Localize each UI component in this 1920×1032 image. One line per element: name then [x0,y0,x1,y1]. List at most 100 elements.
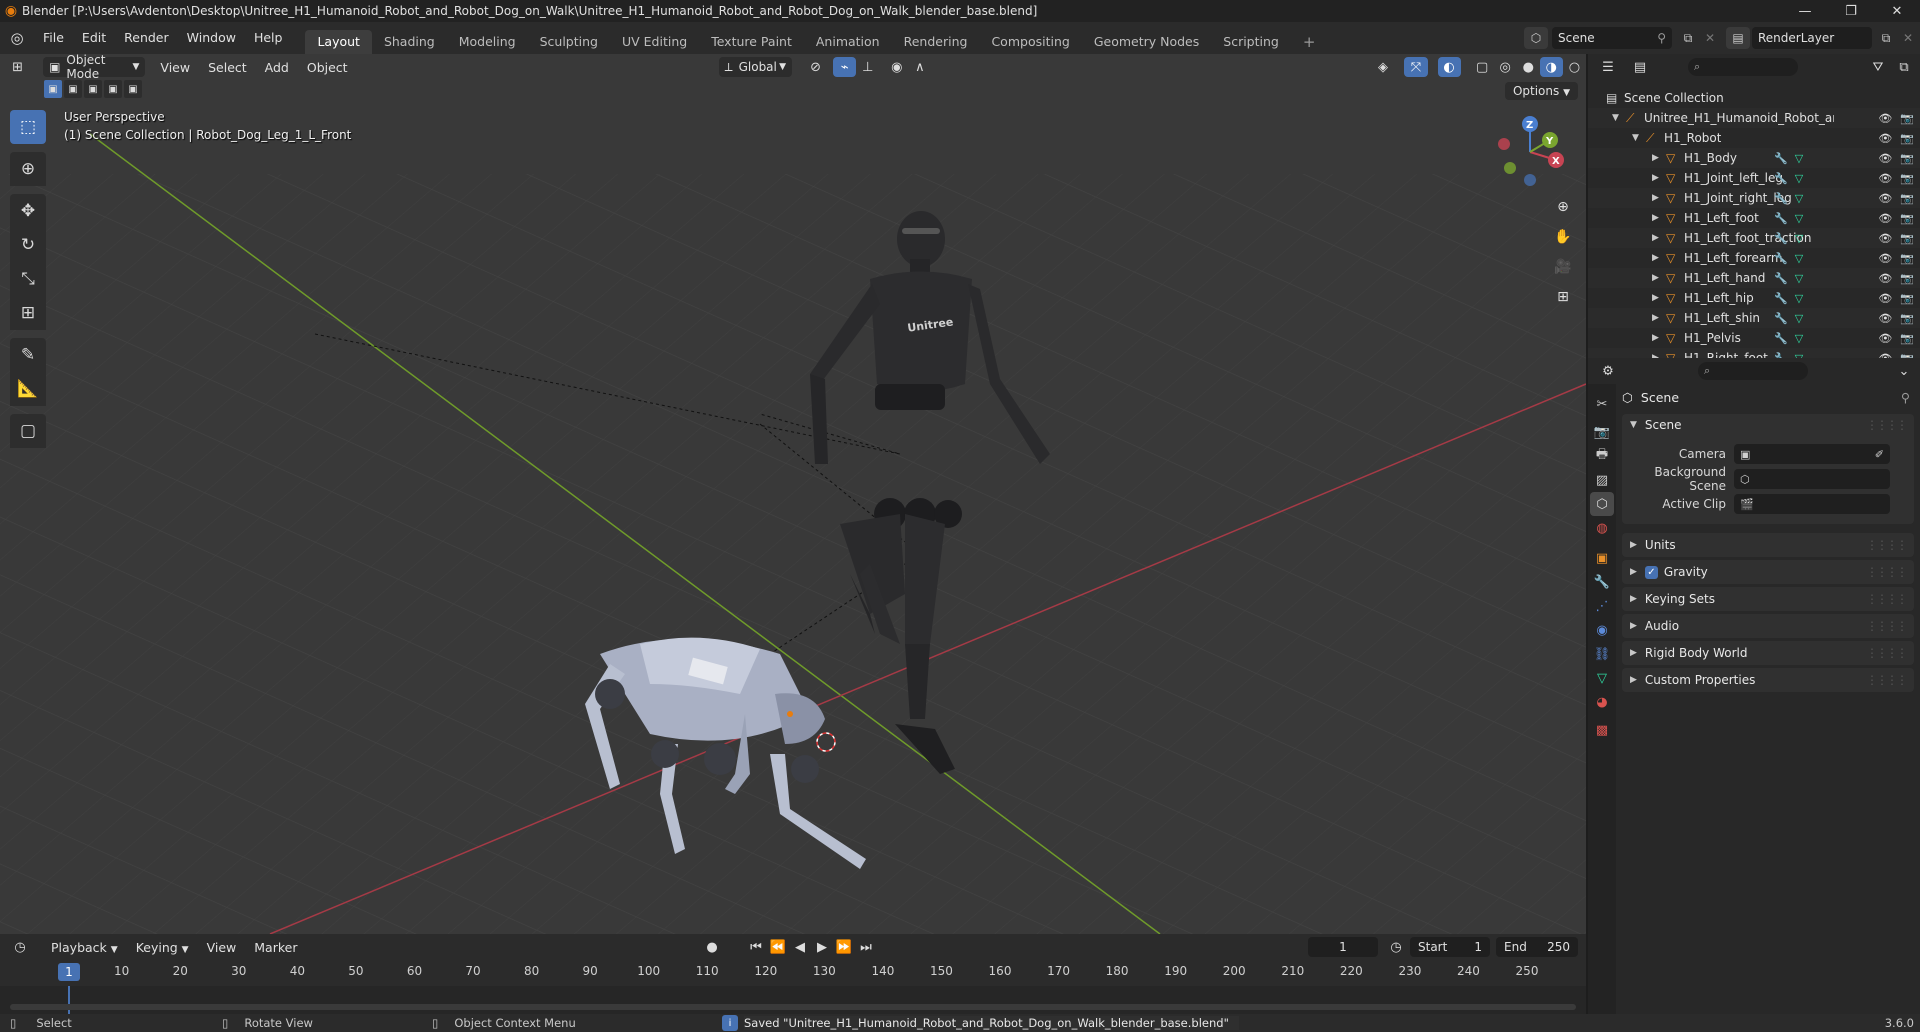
camera-view-icon[interactable]: 🎥 [1550,254,1576,280]
render-camera-icon[interactable]: 📷 [1900,212,1914,225]
chevron-down-icon[interactable]: ▼ [1632,133,1639,143]
render-camera-icon[interactable]: 📷 [1900,312,1914,325]
object-mode-dropdown[interactable]: ▣ Object Mode ▼ [43,54,146,81]
timeline-menu-marker[interactable]: Marker [245,940,306,955]
render-camera-icon[interactable]: 📷 [1900,172,1914,185]
select-subtract-icon[interactable]: ▣ [84,80,102,98]
timeline-scrollbar[interactable] [10,1004,1576,1010]
render-tab-icon[interactable]: 📷 [1590,420,1614,444]
add-workspace-button[interactable]: + [1291,30,1328,54]
navigation-gizmo[interactable]: Z X Y [1490,112,1570,192]
eye-icon[interactable]: 👁 [1878,272,1892,285]
chevron-right-icon[interactable]: ▶ [1652,153,1659,163]
drag-handle-icon[interactable]: ⋮⋮⋮⋮ [1866,565,1908,579]
eye-icon[interactable]: 👁 [1878,332,1892,345]
render-camera-icon[interactable]: 📷 [1900,132,1914,145]
tab-scripting[interactable]: Scripting [1211,30,1291,54]
output-tab-icon[interactable]: 🖶 [1590,444,1614,468]
timeline-editor-type-icon[interactable]: ◷ [8,937,32,957]
outliner-object-row[interactable]: ▶ ▽ H1_Left_foot_traction 🔧 ▽ 👁 📷 [1588,228,1920,248]
preview-range-icon[interactable]: ◷ [1384,937,1408,957]
prev-keyframe-icon[interactable]: ⏪ [766,937,790,957]
menu-file[interactable]: File [34,27,73,49]
display-mode-icon[interactable]: ▤ [1628,57,1652,77]
properties-options-icon[interactable]: ⌄ [1892,361,1916,381]
timeline-menu-playback[interactable]: Playback ▼ [42,940,127,955]
drag-handle-icon[interactable]: ⋮⋮⋮⋮ [1866,418,1908,432]
outliner-object-row[interactable]: ▶ ▽ H1_Left_shin 🔧 ▽ 👁 📷 [1588,308,1920,328]
drag-handle-icon[interactable]: ⋮⋮⋮⋮ [1866,592,1908,606]
add-cube-tool-icon[interactable]: ▢ [10,414,46,448]
eye-icon[interactable]: 👁 [1878,232,1892,245]
outliner-object-row[interactable]: ▶ ▽ H1_Left_forearm 🔧 ▽ 👁 📷 [1588,248,1920,268]
gravity-panel[interactable]: ▶ ✓ Gravity ⋮⋮⋮⋮ [1622,560,1914,584]
select-extend-icon[interactable]: ▣ [64,80,82,98]
tab-texture-paint[interactable]: Texture Paint [699,30,804,54]
transform-orientation-dropdown[interactable]: ⟂ Global ▼ [718,57,793,77]
render-camera-icon[interactable]: 📷 [1900,152,1914,165]
outliner-object-row[interactable]: ▶ ▽ H1_Left_hand 🔧 ▽ 👁 📷 [1588,268,1920,288]
physics-tab-icon[interactable]: ◉ [1590,618,1614,642]
menu-render[interactable]: Render [115,27,178,49]
chevron-right-icon[interactable]: ▶ [1652,313,1659,323]
eye-icon[interactable]: 👁 [1878,132,1892,145]
outliner-object-row[interactable]: ▶ ▽ H1_Left_foot 🔧 ▽ 👁 📷 [1588,208,1920,228]
tab-modeling[interactable]: Modeling [447,30,528,54]
new-scene-icon[interactable]: ⧉ [1676,27,1700,49]
drag-handle-icon[interactable]: ⋮⋮⋮⋮ [1866,538,1908,552]
solid-shading-icon[interactable]: ● [1517,57,1540,77]
render-camera-icon[interactable]: 📷 [1900,192,1914,205]
scene-panel-header[interactable]: ▼ Scene ⋮⋮⋮⋮ [1622,414,1914,436]
menu-edit[interactable]: Edit [73,27,115,49]
pan-view-icon[interactable]: ✋ [1550,224,1576,250]
eyedropper-icon[interactable]: ✐ [1875,448,1884,461]
end-frame-field[interactable]: End 250 [1496,937,1578,957]
tab-geometry-nodes[interactable]: Geometry Nodes [1082,30,1211,54]
render-camera-icon[interactable]: 📷 [1900,252,1914,265]
next-keyframe-icon[interactable]: ⏩ [832,937,856,957]
timeline-track[interactable] [0,986,1586,1014]
particles-tab-icon[interactable]: ⋰ [1590,594,1614,618]
viewport-menu-object[interactable]: Object [298,60,357,75]
render-camera-icon[interactable]: 📷 [1900,332,1914,345]
camera-field[interactable]: ▣ ✐ [1734,444,1890,464]
gravity-checkbox[interactable]: ✓ [1644,565,1658,579]
annotate-tool-icon[interactable]: ✎ [10,338,46,372]
snap-toggle-icon[interactable]: ⌁ [833,57,857,77]
chevron-right-icon[interactable]: ▶ [1652,273,1659,283]
chevron-right-icon[interactable]: ▶ [1652,293,1659,303]
3d-viewport[interactable]: Unitree ⊞ ▣ Object Mode ▼ View Select Ad… [0,54,1586,934]
chevron-right-icon[interactable]: ▶ [1652,333,1659,343]
chevron-down-icon[interactable]: ▼ [1612,113,1619,123]
outliner-object-row[interactable]: ▶ ▽ H1_Joint_left_leg 🔧 ▽ 👁 📷 [1588,168,1920,188]
timeline-ruler[interactable]: 1 10 20 30 40 50 60 70 80 90 100 110 120 130 140 150 16… [0,960,1586,986]
measure-tool-icon[interactable]: 📐 [10,372,46,406]
background-scene-field[interactable]: ⬡ [1734,469,1890,489]
delete-view-layer-icon[interactable]: ✕ [1896,27,1920,49]
cursor-tool-icon[interactable]: ⊕ [10,152,46,186]
pin-icon[interactable]: ⚲ [1901,390,1910,405]
audio-panel[interactable]: ▶ Audio ⋮⋮⋮⋮ [1622,614,1914,638]
rotate-tool-icon[interactable]: ↻ [10,228,46,262]
eye-icon[interactable]: 👁 [1878,252,1892,265]
object-tab-icon[interactable]: ▣ [1590,546,1614,570]
outliner-armature-row[interactable]: ▼ ⟋ H1_Robot 👁 📷 [1588,128,1920,148]
playhead-frame[interactable]: 1 [58,963,80,981]
filter-icon[interactable]: ⛛ [1866,57,1890,77]
wireframe-shading-icon[interactable]: ◎ [1494,57,1517,77]
tab-layout[interactable]: Layout [305,30,372,54]
tool-tab-icon[interactable]: ✂ [1590,392,1614,416]
tab-shading[interactable]: Shading [372,30,447,54]
tab-rendering[interactable]: Rendering [892,30,980,54]
scene-tab-icon[interactable]: ⬡ [1590,492,1614,516]
viewport-menu-view[interactable]: View [151,60,199,75]
start-frame-field[interactable]: Start 1 [1410,937,1490,957]
outliner-object-row[interactable]: ▶ ▽ H1_Body 🔧 ▽ 👁 📷 [1588,148,1920,168]
select-new-icon[interactable]: ▣ [44,80,62,98]
jump-end-icon[interactable]: ⏭ [854,937,878,957]
outliner-scene-collection[interactable]: ▤ Scene Collection [1588,88,1920,108]
xray-toggle-icon[interactable]: ▢ [1471,57,1494,77]
properties-editor-type-icon[interactable]: ⚙ [1596,361,1620,381]
options-dropdown[interactable]: Options ▼ [1504,82,1578,100]
material-shading-icon[interactable]: ◑ [1539,57,1563,77]
